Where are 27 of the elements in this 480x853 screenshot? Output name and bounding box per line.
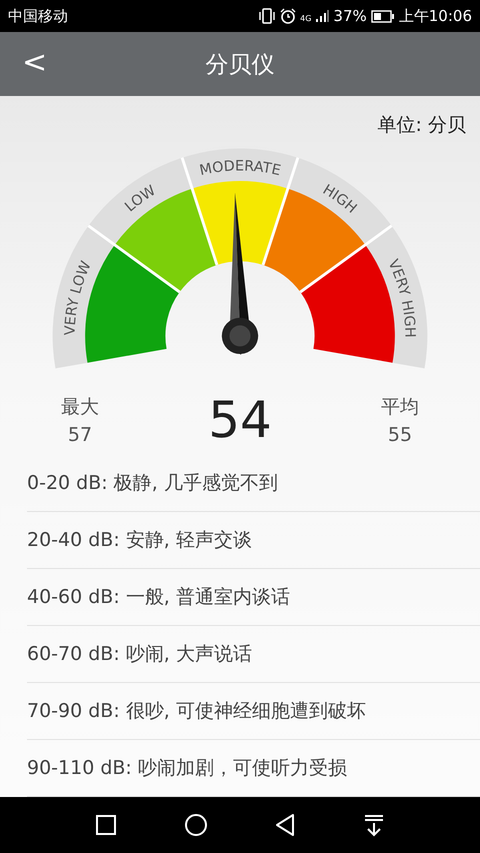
alarm-icon: [280, 8, 296, 24]
recents-button[interactable]: [95, 814, 118, 836]
signal-icon: [315, 9, 330, 23]
unit-label: 单位: 分贝: [378, 113, 466, 138]
clock: 上午10:06: [398, 6, 472, 26]
gauge-label: MODERATE: [198, 158, 282, 180]
average-label: 平均: [381, 395, 419, 420]
range-description: 70-90 dB: 很吵, 可使神经细胞遭到破坏: [27, 699, 366, 724]
range-description: 60-70 dB: 吵闹, 大声说话: [27, 642, 252, 667]
max-label: 最大: [61, 395, 99, 420]
average-value: 55: [388, 424, 412, 446]
back-nav-button[interactable]: [274, 813, 296, 837]
battery-percent: 37%: [333, 7, 367, 25]
vibrate-icon: [258, 8, 276, 24]
home-button[interactable]: [184, 813, 208, 837]
screen-title: 分贝仪: [206, 50, 274, 80]
range-description: 40-60 dB: 一般, 普通室内谈话: [27, 585, 290, 610]
back-button[interactable]: <: [18, 46, 52, 80]
range-description: 90-110 dB: 吵闹加剧，可使听力受损: [27, 756, 347, 781]
max-value: 57: [68, 424, 92, 446]
range-description: 20-40 dB: 安静, 轻声交谈: [27, 528, 252, 553]
range-description: 0-20 dB: 极静, 几乎感觉不到: [27, 471, 278, 496]
current-reading: 54: [208, 391, 272, 449]
carrier-name: 中国移动: [8, 6, 69, 26]
battery-icon: [370, 10, 395, 22]
network-type: 4G: [300, 14, 312, 22]
notification-button[interactable]: [362, 813, 385, 837]
